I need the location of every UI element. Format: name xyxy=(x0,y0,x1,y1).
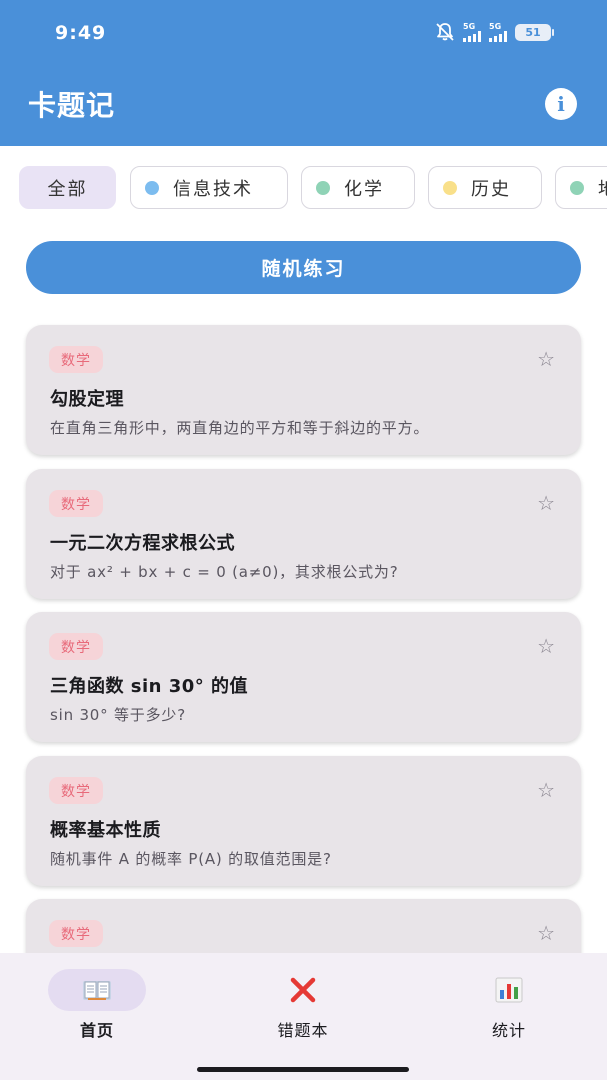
filter-chips: 全部 信息技术 化学 历史 地 xyxy=(19,166,607,210)
nav-indicator xyxy=(254,969,352,1011)
subject-tag: 数学 xyxy=(49,777,103,804)
nav-wrong-book[interactable]: 错题本 xyxy=(233,969,373,1041)
battery-icon: 51 xyxy=(515,23,554,41)
info-icon[interactable]: i xyxy=(545,88,577,120)
cross-icon xyxy=(290,977,316,1003)
star-icon[interactable]: ☆ xyxy=(537,778,555,802)
dot-icon xyxy=(570,180,584,195)
card-desc: 对于 ax² + bx + c = 0 (a≠0)，其求根公式为? xyxy=(50,563,399,581)
dot-icon xyxy=(316,180,330,195)
nav-indicator xyxy=(48,969,146,1011)
chip-label: 信息技术 xyxy=(173,178,253,200)
star-icon[interactable]: ☆ xyxy=(537,491,555,515)
sim2-label: 5G xyxy=(489,21,502,31)
signal-icon xyxy=(463,30,481,42)
signal-sim2: 5G xyxy=(489,21,507,42)
chip-label: 全部 xyxy=(47,178,88,200)
book-icon xyxy=(83,981,111,1000)
question-card[interactable]: 数学 ☆ 一元二次方程求根公式 对于 ax² + bx + c = 0 (a≠0… xyxy=(26,469,581,599)
question-card[interactable]: 数学 ☆ 勾股定理 在直角三角形中，两直角边的平方和等于斜边的平方。 xyxy=(26,325,581,455)
bottom-nav: 首页 错题本 统计 xyxy=(0,953,607,1080)
card-list: 数学 ☆ 勾股定理 在直角三角形中，两直角边的平方和等于斜边的平方。 数学 ☆ … xyxy=(0,310,607,953)
chip-all[interactable]: 全部 xyxy=(19,166,116,209)
chip-geography[interactable]: 地 xyxy=(555,166,607,209)
card-title: 概率基本性质 xyxy=(50,820,161,841)
sim1-label: 5G xyxy=(463,21,476,31)
card-title: 一元二次方程求根公式 xyxy=(50,533,235,554)
star-icon[interactable]: ☆ xyxy=(537,921,555,945)
question-card[interactable]: 数学 ☆ xyxy=(26,899,581,953)
app-bar: 卡题记 i xyxy=(0,66,607,146)
question-card[interactable]: 数学 ☆ 概率基本性质 随机事件 A 的概率 P(A) 的取值范围是? xyxy=(26,756,581,886)
dot-icon xyxy=(443,180,457,195)
subject-tag: 数学 xyxy=(49,490,103,517)
signal-icon xyxy=(489,30,507,42)
chip-history[interactable]: 历史 xyxy=(428,166,542,209)
nav-label: 统计 xyxy=(491,1021,526,1040)
status-icons: 5G 5G 51 xyxy=(435,21,554,42)
subject-tag: 数学 xyxy=(49,346,103,373)
status-time: 9:49 xyxy=(55,22,107,44)
status-bar: 9:49 5G 5G 51 xyxy=(0,0,607,66)
app-title: 卡题记 xyxy=(28,89,116,122)
card-title: 勾股定理 xyxy=(50,389,124,410)
card-desc: sin 30° 等于多少? xyxy=(50,706,186,724)
chip-info-tech[interactable]: 信息技术 xyxy=(130,166,288,209)
card-desc: 随机事件 A 的概率 P(A) 的取值范围是? xyxy=(50,850,332,868)
chip-label: 化学 xyxy=(344,178,384,200)
home-indicator xyxy=(197,1067,409,1072)
subject-tag: 数学 xyxy=(49,633,103,660)
bell-off-icon xyxy=(436,23,454,41)
random-practice-button[interactable]: 随机练习 xyxy=(26,241,581,294)
dot-icon xyxy=(145,180,159,195)
subject-tag: 数学 xyxy=(49,920,103,947)
chip-label: 历史 xyxy=(471,178,511,200)
nav-indicator xyxy=(460,969,558,1011)
signal-sim1: 5G xyxy=(463,21,481,42)
nav-home[interactable]: 首页 xyxy=(27,969,167,1041)
nav-label: 错题本 xyxy=(277,1021,329,1040)
card-title: 三角函数 sin 30° 的值 xyxy=(50,676,249,697)
chip-label: 地 xyxy=(598,175,607,201)
star-icon[interactable]: ☆ xyxy=(537,347,555,371)
card-desc: 在直角三角形中，两直角边的平方和等于斜边的平方。 xyxy=(50,419,430,437)
bar-chart-icon xyxy=(495,977,523,1003)
question-card[interactable]: 数学 ☆ 三角函数 sin 30° 的值 sin 30° 等于多少? xyxy=(26,612,581,742)
star-icon[interactable]: ☆ xyxy=(537,634,555,658)
nav-label: 首页 xyxy=(79,1021,114,1040)
nav-stats[interactable]: 统计 xyxy=(439,969,579,1041)
chip-chemistry[interactable]: 化学 xyxy=(301,166,415,209)
